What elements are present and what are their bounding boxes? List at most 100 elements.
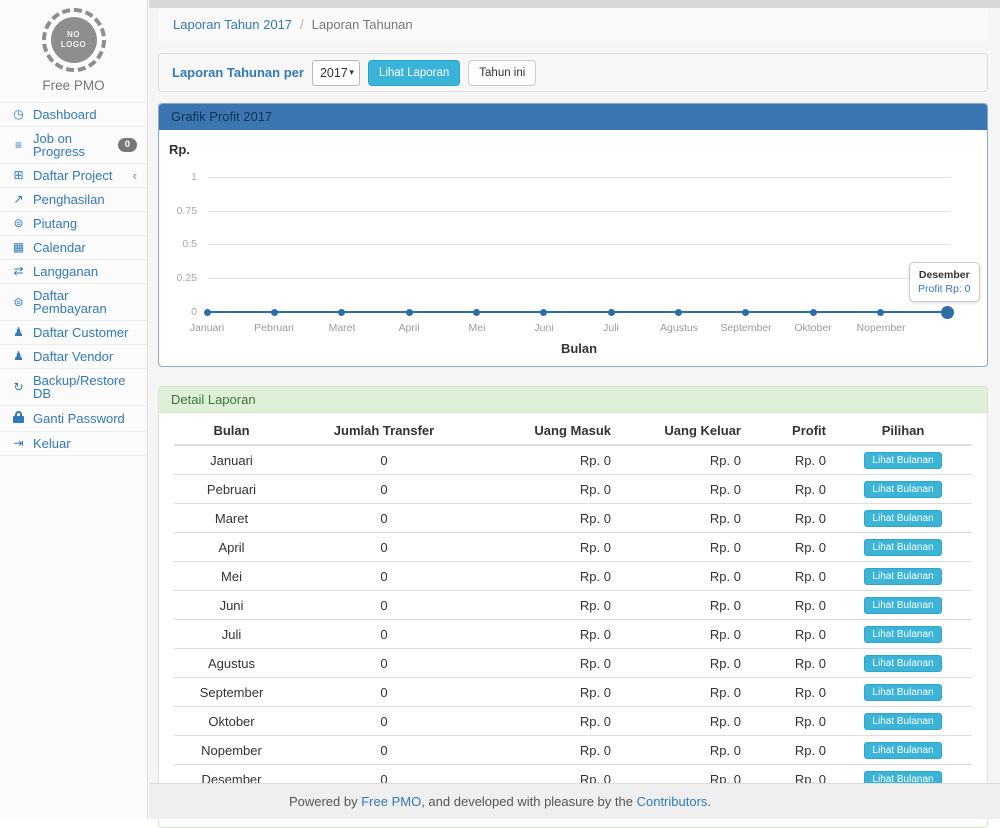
- data-point-pebruari[interactable]: [271, 309, 278, 316]
- lihat-bulanan-button[interactable]: Lihat Bulanan: [864, 481, 941, 498]
- footer-powered-by: Powered by: [289, 794, 358, 809]
- x-tick-label: Pebruari: [240, 322, 308, 334]
- cell-uang-masuk: Rp. 0: [479, 678, 619, 707]
- chart-panel-title: Grafik Profit 2017: [159, 104, 987, 130]
- breadcrumb: Laporan Tahun 2017 / Laporan Tahunan: [158, 8, 988, 41]
- cell-profit: Rp. 0: [749, 620, 834, 649]
- tasks-icon: ≡: [10, 139, 27, 152]
- data-point-agustus[interactable]: [675, 309, 682, 316]
- sidebar-item-daftar-customer[interactable]: ♟ Daftar Customer: [0, 321, 147, 345]
- cell-uang-keluar: Rp. 0: [619, 736, 749, 765]
- x-tick-label: Juni: [510, 322, 578, 334]
- sidebar-item-label: Calendar: [33, 241, 86, 254]
- breadcrumb-current: Laporan Tahunan: [312, 17, 413, 32]
- sidebar-item-label: Piutang: [33, 217, 77, 230]
- tahun-ini-button[interactable]: Tahun ini: [468, 60, 536, 86]
- footer-text: Powered by Free PMO, and developed with …: [289, 794, 711, 809]
- x-tick-label: Oktober: [779, 322, 847, 334]
- y-axis-title: Rp.: [169, 142, 190, 157]
- data-point-juni[interactable]: [540, 309, 547, 316]
- table-row: Agustus 0 Rp. 0 Rp. 0 Rp. 0 Lihat Bulana…: [174, 649, 972, 678]
- lihat-bulanan-button[interactable]: Lihat Bulanan: [864, 568, 941, 585]
- header-profit: Profit: [749, 417, 834, 445]
- money-icon: ⊜: [10, 296, 27, 309]
- x-tick-label: September: [712, 322, 780, 334]
- sidebar-item-piutang[interactable]: ⊜ Piutang: [0, 212, 147, 236]
- no-logo-text: NO LOGO: [51, 17, 97, 63]
- cell-uang-masuk: Rp. 0: [479, 591, 619, 620]
- table-row: Maret 0 Rp. 0 Rp. 0 Rp. 0 Lihat Bulanan: [174, 504, 972, 533]
- cell-uang-masuk: Rp. 0: [479, 736, 619, 765]
- report-filter-panel: Laporan Tahunan per 2017 ▾ Lihat Laporan…: [158, 53, 988, 92]
- cell-profit: Rp. 0: [749, 475, 834, 504]
- data-point-maret[interactable]: [338, 309, 345, 316]
- top-strip: [149, 0, 1000, 8]
- lihat-bulanan-button[interactable]: Lihat Bulanan: [864, 626, 941, 643]
- x-tick-label: April: [375, 322, 443, 334]
- cell-bulan: Juli: [174, 620, 289, 649]
- data-point-desember-highlighted[interactable]: [941, 306, 954, 319]
- lihat-bulanan-button[interactable]: Lihat Bulanan: [864, 452, 941, 469]
- lihat-bulanan-button[interactable]: Lihat Bulanan: [864, 597, 941, 614]
- sidebar-item-calendar[interactable]: ▦ Calendar: [0, 236, 147, 260]
- cell-uang-masuk: Rp. 0: [479, 562, 619, 591]
- gridline: [208, 211, 951, 212]
- lihat-bulanan-button[interactable]: Lihat Bulanan: [864, 510, 941, 527]
- sidebar-item-backup-restore-db[interactable]: ↻ Backup/Restore DB: [0, 369, 147, 406]
- chart-tooltip: Desember Profit Rp: 0: [909, 262, 980, 302]
- lihat-laporan-button[interactable]: Lihat Laporan: [368, 60, 460, 86]
- sidebar-item-label: Daftar Pembayaran: [33, 289, 137, 315]
- cell-uang-keluar: Rp. 0: [619, 475, 749, 504]
- cell-jumlah-transfer: 0: [289, 591, 479, 620]
- footer-link-contributors[interactable]: Contributors: [637, 794, 708, 809]
- sign-out-icon: ⇥: [10, 437, 27, 450]
- footer-link-free-pmo[interactable]: Free PMO: [361, 794, 421, 809]
- sidebar-item-label: Penghasilan: [33, 193, 105, 206]
- sidebar-item-label: Ganti Password: [33, 412, 125, 425]
- sidebar-item-ganti-password[interactable]: Ganti Password: [0, 406, 147, 432]
- lihat-bulanan-button[interactable]: Lihat Bulanan: [864, 742, 941, 759]
- gridline: [208, 177, 951, 178]
- sidebar-item-daftar-pembayaran[interactable]: ⊜ Daftar Pembayaran: [0, 284, 147, 321]
- cell-jumlah-transfer: 0: [289, 562, 479, 591]
- profit-series-line: [207, 311, 948, 313]
- lihat-bulanan-button[interactable]: Lihat Bulanan: [864, 713, 941, 730]
- sidebar-item-dashboard[interactable]: ◷ Dashboard: [0, 103, 147, 127]
- data-point-september[interactable]: [742, 309, 749, 316]
- x-tick-label: Agustus: [645, 322, 713, 334]
- cell-bulan: Maret: [174, 504, 289, 533]
- cell-bulan: Pebruari: [174, 475, 289, 504]
- table-row: April 0 Rp. 0 Rp. 0 Rp. 0 Lihat Bulanan: [174, 533, 972, 562]
- gridline: [208, 244, 951, 245]
- breadcrumb-link-laporan-tahun[interactable]: Laporan Tahun 2017: [173, 17, 292, 32]
- footer-period: .: [707, 794, 711, 809]
- job-count-badge: 0: [118, 138, 137, 152]
- data-point-oktober[interactable]: [810, 309, 817, 316]
- sidebar-item-label: Daftar Project: [33, 169, 112, 182]
- data-point-nopember[interactable]: [877, 309, 884, 316]
- sidebar-item-label: Daftar Vendor: [33, 350, 113, 363]
- year-select[interactable]: 2017 ▾: [312, 60, 360, 86]
- sidebar-item-job-on-progress[interactable]: ≡ Job on Progress 0: [0, 127, 147, 164]
- logo-area: NO LOGO Free PMO: [0, 0, 147, 93]
- profit-chart-panel: Grafik Profit 2017 Rp. 1 0.75 0.5 0.25 0: [158, 103, 988, 367]
- sidebar-item-penghasilan[interactable]: ↗ Penghasilan: [0, 188, 147, 212]
- table-row: Mei 0 Rp. 0 Rp. 0 Rp. 0 Lihat Bulanan: [174, 562, 972, 591]
- data-point-april[interactable]: [406, 309, 413, 316]
- data-point-mei[interactable]: [473, 309, 480, 316]
- lihat-bulanan-button[interactable]: Lihat Bulanan: [864, 655, 941, 672]
- sidebar-item-keluar[interactable]: ⇥ Keluar: [0, 432, 147, 456]
- table-icon: ⊞: [10, 169, 27, 182]
- filter-label: Laporan Tahunan per: [172, 65, 304, 80]
- cell-uang-keluar: Rp. 0: [619, 707, 749, 736]
- sidebar-item-daftar-vendor[interactable]: ♟ Daftar Vendor: [0, 345, 147, 369]
- data-point-juli[interactable]: [608, 309, 615, 316]
- lihat-bulanan-button[interactable]: Lihat Bulanan: [864, 684, 941, 701]
- sidebar-item-langganan[interactable]: ⇄ Langganan: [0, 260, 147, 284]
- data-point-januari[interactable]: [204, 309, 211, 316]
- breadcrumb-separator: /: [300, 17, 304, 32]
- cell-uang-keluar: Rp. 0: [619, 649, 749, 678]
- lihat-bulanan-button[interactable]: Lihat Bulanan: [864, 539, 941, 556]
- cell-uang-masuk: Rp. 0: [479, 475, 619, 504]
- sidebar-item-daftar-project[interactable]: ⊞ Daftar Project ‹: [0, 164, 147, 188]
